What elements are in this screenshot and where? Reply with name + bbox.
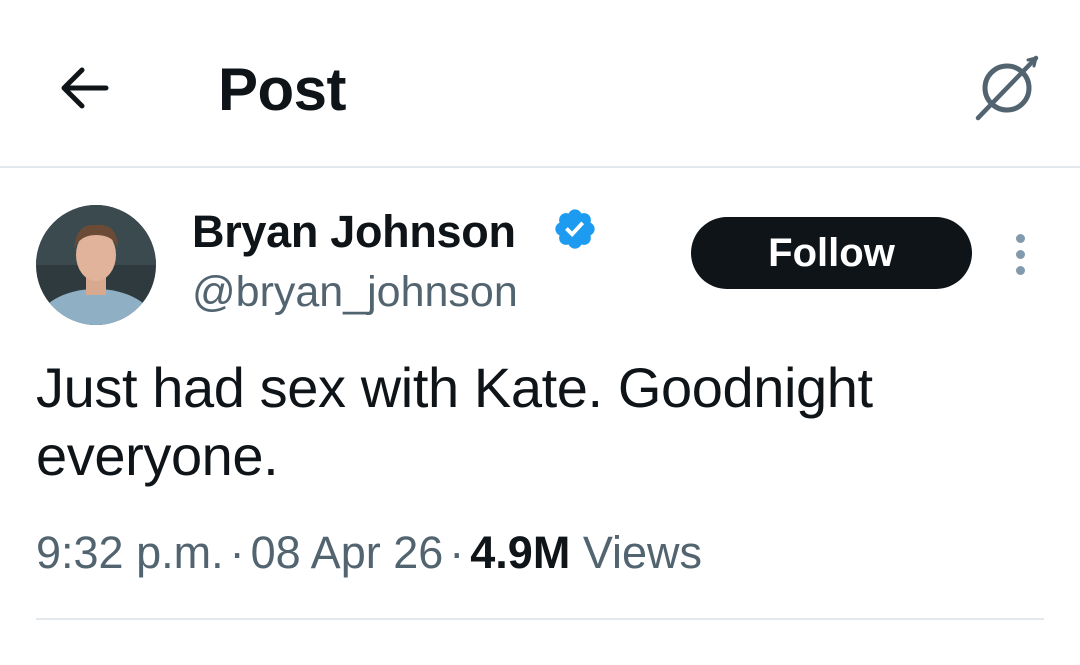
meta-separator: · [449, 527, 465, 578]
author-avatar[interactable] [36, 205, 156, 325]
post-time[interactable]: 9:32 p.m. [36, 527, 224, 578]
author-name[interactable]: Bryan Johnson [192, 203, 516, 261]
page-title: Post [218, 56, 347, 123]
grok-icon [975, 55, 1039, 121]
follow-button[interactable]: Follow [691, 217, 972, 289]
views-label: Views [582, 527, 703, 578]
verified-badge-icon [555, 209, 595, 249]
divider [36, 618, 1044, 620]
avatar-photo [36, 205, 156, 325]
grok-button[interactable] [966, 48, 1048, 126]
more-options-button[interactable] [1001, 228, 1039, 280]
post-text: Just had sex with Kate. Goodnight everyo… [36, 356, 873, 487]
author-handle[interactable]: @bryan_johnson [192, 264, 518, 320]
top-app-bar: Post [0, 0, 1080, 168]
arrow-left-icon [61, 67, 109, 109]
meta-separator: · [229, 527, 245, 578]
views-count: 4.9M [470, 527, 571, 578]
post-meta: 9:32 p.m. · 08 Apr 26 · 4.9M Views [36, 524, 702, 582]
more-vertical-icon [1015, 233, 1025, 243]
post-date[interactable]: 08 Apr 26 [251, 527, 444, 578]
back-button[interactable] [52, 58, 116, 118]
